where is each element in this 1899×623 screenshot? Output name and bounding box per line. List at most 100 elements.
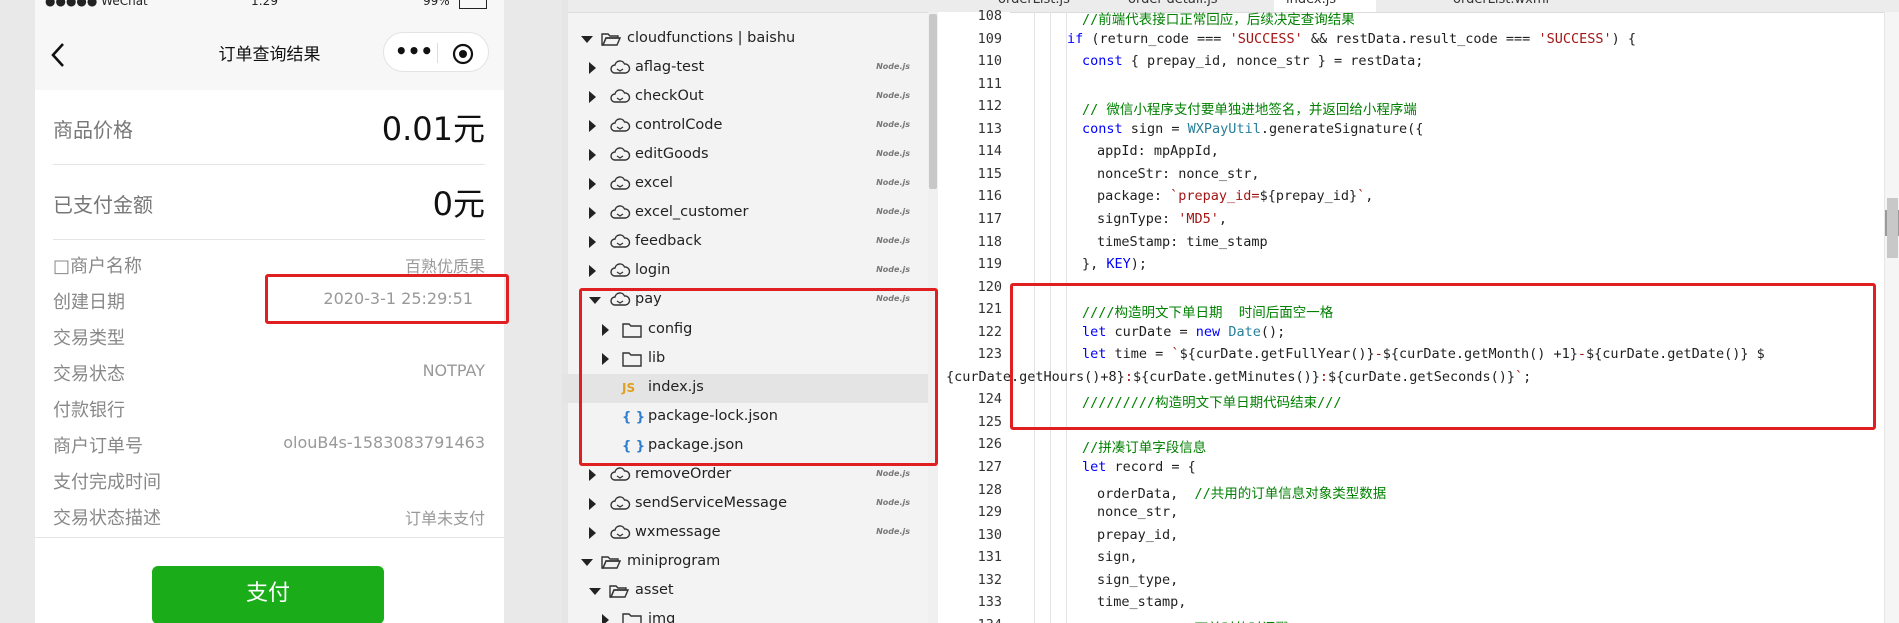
- tree-item-excel-customer[interactable]: excel_customer Node.js: [562, 199, 928, 228]
- tree-item-label: removeOrder: [635, 465, 732, 482]
- price-row: 商品价格 0.01元: [53, 90, 485, 165]
- paid-amount-value: 0元: [432, 185, 485, 223]
- tree-item-sendservicemessage[interactable]: sendServiceMessage Node.js: [562, 490, 928, 519]
- expand-right-icon[interactable]: [589, 149, 596, 162]
- expand-right-icon[interactable]: [589, 526, 596, 539]
- explorer-scrollbar[interactable]: [928, 12, 938, 623]
- tree-item-img[interactable]: img: [562, 606, 928, 623]
- explorer-scroll-thumb[interactable]: [929, 14, 937, 189]
- expand-right-icon[interactable]: [589, 91, 596, 104]
- nodejs-badge: Node.js: [876, 91, 910, 101]
- tree-item-asset[interactable]: asset: [562, 577, 928, 606]
- expand-right-icon[interactable]: [589, 265, 596, 278]
- code-line[interactable]: //拼凑订单字段信息: [1082, 436, 1206, 456]
- tree-item-lib[interactable]: lib: [562, 345, 928, 374]
- code-line[interactable]: appId: mpAppId,: [1097, 143, 1219, 159]
- nodejs-badge: Node.js: [876, 149, 910, 159]
- expand-down-icon[interactable]: [581, 36, 593, 43]
- nodejs-badge: Node.js: [876, 526, 910, 536]
- code-line[interactable]: let curDate = new Date();: [1082, 324, 1285, 340]
- code-line[interactable]: }, KEY);: [1082, 256, 1147, 272]
- tree-item-label: img: [648, 611, 676, 623]
- expand-right-icon[interactable]: [602, 614, 609, 623]
- expand-right-icon[interactable]: [589, 207, 596, 220]
- tree-item-checkout[interactable]: checkOut Node.js: [562, 83, 928, 112]
- paid-amount-label: 已支付金额: [53, 193, 153, 217]
- tree-item-editgoods[interactable]: editGoods Node.js: [562, 141, 928, 170]
- nav-bar: 订单查询结果 •••: [35, 14, 504, 90]
- code-line[interactable]: if (return_code === 'SUCCESS' && restDat…: [1067, 31, 1636, 47]
- tree-item-miniprogram[interactable]: miniprogram: [562, 548, 928, 577]
- pay-button[interactable]: 支付: [152, 566, 384, 623]
- code-editor[interactable]: orderList.js order-detail.js index.js or…: [938, 0, 1899, 623]
- tree-item-wxmessage[interactable]: wxmessage Node.js: [562, 519, 928, 548]
- expand-right-icon[interactable]: [589, 120, 596, 133]
- tree-item-label: excel: [635, 175, 673, 192]
- tree-item-label: miniprogram: [627, 552, 721, 569]
- code-line[interactable]: signType: 'MD5',: [1097, 211, 1227, 227]
- code-line[interactable]: curTime, //下单时的时间戳: [1097, 617, 1289, 623]
- nodejs-badge: Node.js: [876, 265, 910, 275]
- tab-orderlist-js[interactable]: orderList.js: [998, 0, 1070, 12]
- tree-item-label: checkOut: [635, 88, 704, 105]
- tree-item-login[interactable]: login Node.js: [562, 257, 928, 286]
- tree-item-config[interactable]: config: [562, 316, 928, 345]
- expand-down-icon[interactable]: [581, 558, 593, 566]
- tree-item-label: login: [635, 262, 671, 279]
- expand-right-icon[interactable]: [589, 178, 596, 191]
- code-line[interactable]: package: `prepay_id=${prepay_id}`,: [1097, 188, 1373, 204]
- expand-right-icon[interactable]: [589, 468, 596, 481]
- code-line[interactable]: timeStamp: time_stamp: [1097, 234, 1268, 250]
- code-line[interactable]: sign_type,: [1097, 572, 1178, 588]
- code-line[interactable]: /////////构造明文下单日期代码结束///: [1082, 391, 1342, 411]
- tree-item-feedback[interactable]: feedback Node.js: [562, 228, 928, 257]
- battery-icon: [459, 0, 487, 9]
- code-line[interactable]: const sign = WXPayUtil.generateSignature…: [1082, 121, 1423, 137]
- line-number: 126: [977, 436, 1002, 453]
- code-line[interactable]: nonceStr: nonce_str,: [1097, 166, 1260, 182]
- line-number: 110: [977, 53, 1002, 70]
- tree-item-pay[interactable]: pay Node.js: [562, 286, 928, 315]
- code-line[interactable]: let time = `${curDate.getFullYear()}-${c…: [1082, 346, 1765, 362]
- code-line[interactable]: // 微信小程序支付要单独进地签名，并返回给小程序端: [1082, 98, 1417, 118]
- pay-time-label: 支付完成时间: [53, 472, 161, 493]
- more-button[interactable]: •••: [394, 34, 434, 70]
- tree-item-controlcode[interactable]: controlCode Node.js: [562, 112, 928, 141]
- expand-down-icon[interactable]: [589, 297, 601, 305]
- indent-guide: [1034, 12, 1035, 623]
- code-line[interactable]: {curDate.getHours()+8}:${curDate.getMinu…: [946, 369, 1531, 385]
- tree-item-index-js[interactable]: JS index.js: [562, 373, 928, 403]
- code-line[interactable]: prepay_id,: [1097, 527, 1178, 543]
- cloud-function-icon: [609, 234, 631, 254]
- expand-right-icon[interactable]: [589, 236, 596, 249]
- expand-down-icon[interactable]: [589, 587, 601, 595]
- code-line[interactable]: let record = {: [1082, 459, 1196, 475]
- code-line[interactable]: time_stamp,: [1097, 594, 1186, 610]
- create-date-label: 创建日期: [53, 292, 125, 313]
- code-line[interactable]: orderData, //共用的订单信息对象类型数据: [1097, 482, 1386, 502]
- code-line[interactable]: nonce_str,: [1097, 504, 1178, 520]
- expand-right-icon[interactable]: [602, 323, 609, 336]
- code-line[interactable]: //前端代表接口正常回应，后续决定查询结果: [1082, 8, 1355, 28]
- carrier-label: ●●●●● WeChat: [45, 0, 148, 8]
- expand-right-icon[interactable]: [589, 497, 596, 510]
- code-line[interactable]: ////构造明文下单日期 时间后面空一格: [1082, 301, 1333, 321]
- merchant-name-label: □商户名称: [53, 256, 143, 277]
- tree-item-aflag-test[interactable]: aflag-test Node.js: [562, 54, 928, 83]
- expand-right-icon[interactable]: [589, 62, 596, 75]
- editor-scroll-thumb[interactable]: [1887, 198, 1898, 258]
- js-file-icon: JS: [622, 380, 636, 395]
- editor-scrollbar[interactable]: [1884, 12, 1899, 623]
- tree-item-package-json[interactable]: { } package.json: [562, 432, 928, 461]
- expand-right-icon[interactable]: [602, 352, 609, 365]
- close-miniprogram-icon[interactable]: [452, 43, 474, 65]
- tree-item-cloudfunctions-baishu[interactable]: cloudfunctions | baishu: [562, 25, 928, 54]
- code-line[interactable]: const { prepay_id, nonce_str } = restDat…: [1082, 53, 1423, 69]
- line-number: 117: [977, 210, 1002, 227]
- code-line[interactable]: sign,: [1097, 549, 1138, 565]
- folder-open-icon: [609, 583, 630, 603]
- tree-item-removeorder[interactable]: removeOrder Node.js: [562, 461, 928, 490]
- tab-orderlist-wxml[interactable]: orderList.wxml: [1453, 0, 1549, 12]
- tree-item-package-lock-json[interactable]: { } package-lock.json: [562, 403, 928, 432]
- tree-item-excel[interactable]: excel Node.js: [562, 170, 928, 199]
